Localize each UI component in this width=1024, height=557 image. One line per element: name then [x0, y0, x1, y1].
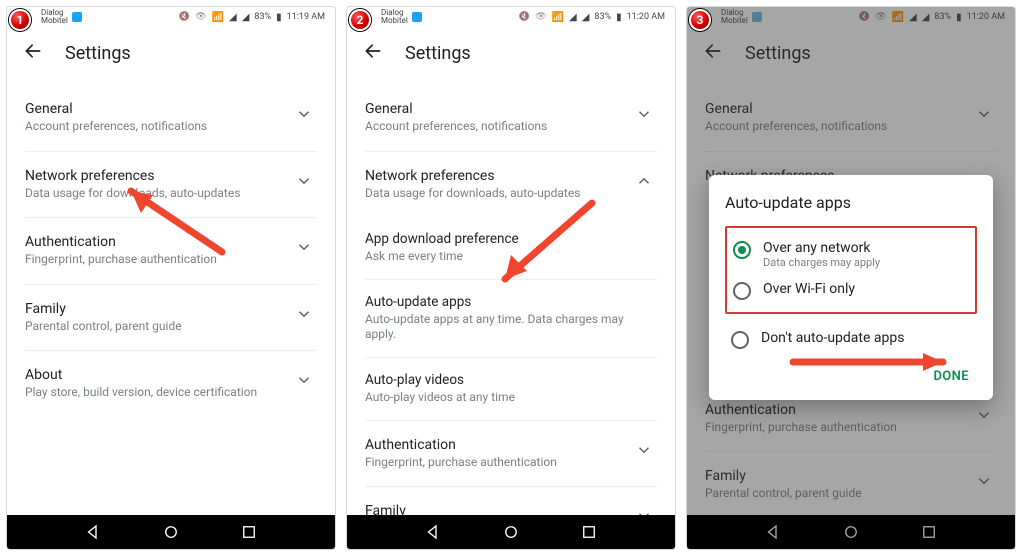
battery-percent: 83% — [254, 12, 271, 22]
radio-icon — [731, 331, 749, 349]
app-header: Settings — [7, 27, 335, 75]
status-bar: Dialog Mobitel 83% 11:19 AM — [7, 7, 335, 27]
radio-option-any-network[interactable]: Over any network Data charges may apply — [731, 234, 971, 275]
radio-label: Over any network — [763, 240, 880, 256]
signal-icon-2 — [242, 12, 250, 23]
item-subtitle: Fingerprint, purchase authentication — [25, 252, 287, 268]
chevron-down-icon — [295, 238, 313, 256]
item-title: Authentication — [25, 234, 287, 250]
item-title: Auto-play videos — [365, 372, 653, 388]
back-arrow-icon[interactable] — [23, 41, 43, 65]
page-title: Settings — [65, 43, 131, 64]
back-arrow-icon[interactable] — [363, 41, 383, 65]
settings-item-network-preferences[interactable]: Network preferences Data usage for downl… — [365, 152, 657, 218]
clock: 11:19 AM — [287, 12, 325, 22]
auto-update-dialog: Auto-update apps Over any network Data c… — [709, 175, 993, 400]
settings-list: General Account preferences, notificatio… — [7, 75, 335, 417]
nav-back-icon[interactable] — [424, 523, 442, 541]
item-title: Family — [25, 301, 287, 317]
radio-option-wifi-only[interactable]: Over Wi-Fi only — [731, 275, 971, 306]
radio-sublabel: Data charges may apply — [763, 256, 880, 269]
mute-icon — [179, 12, 190, 22]
settings-item-network-preferences[interactable]: Network preferences Data usage for downl… — [25, 152, 317, 219]
status-bar: Dialog Mobitel 83% 11:20 AM — [347, 7, 675, 27]
page-title: Settings — [405, 43, 471, 64]
dialog-title: Auto-update apps — [725, 193, 977, 212]
subitem-app-download-preference[interactable]: App download preference Ask me every tim… — [365, 217, 657, 280]
subitem-auto-update-apps[interactable]: Auto-update apps Auto-update apps at any… — [365, 280, 657, 358]
step-badge: 2 — [349, 9, 371, 31]
clock: 11:20 AM — [627, 12, 665, 22]
item-subtitle: Parental control, parent guide — [25, 319, 287, 335]
item-subtitle: Data usage for downloads, auto-updates — [25, 186, 287, 202]
item-title: Auto-update apps — [365, 294, 653, 310]
eye-comfort-icon — [535, 12, 546, 22]
nav-home-icon[interactable] — [162, 523, 180, 541]
item-title: About — [25, 367, 287, 383]
radio-option-dont-update[interactable]: Don't auto-update apps — [725, 320, 977, 353]
settings-item-general[interactable]: General Account preferences, notificatio… — [25, 85, 317, 152]
item-title: General — [365, 101, 627, 117]
screenshot-step-3: 3 Dialog Mobitel 83% 11:20 AM Settings — [686, 6, 1016, 550]
nav-back-icon[interactable] — [84, 523, 102, 541]
screenshot-step-2: 2 Dialog Mobitel 83% 11:20 AM Settings — [346, 6, 676, 550]
radio-icon — [733, 282, 751, 300]
chevron-down-icon — [635, 441, 653, 459]
screenshot-step-1: 1 Dialog Mobitel 83% 11:19 AM Settings — [6, 6, 336, 550]
wifi-icon — [552, 12, 564, 23]
nav-recent-icon[interactable] — [240, 523, 258, 541]
subitem-auto-play-videos[interactable]: Auto-play videos Auto-play videos at any… — [365, 358, 657, 421]
battery-icon — [616, 12, 622, 23]
radio-label: Over Wi-Fi only — [763, 281, 855, 297]
wifi-icon — [212, 12, 224, 23]
signal-icon — [569, 12, 577, 23]
sim-icon — [72, 12, 82, 22]
eye-comfort-icon — [195, 12, 206, 22]
sim-icon — [412, 12, 422, 22]
chevron-up-icon — [635, 172, 653, 190]
step-badge: 1 — [9, 9, 31, 31]
item-subtitle: Account preferences, notifications — [25, 119, 287, 135]
step-badge: 3 — [689, 9, 711, 31]
item-title: Network preferences — [25, 168, 287, 184]
mute-icon — [519, 12, 530, 22]
settings-list: General Account preferences, notificatio… — [347, 75, 675, 541]
item-title: Network preferences — [365, 168, 627, 184]
chevron-down-icon — [635, 105, 653, 123]
battery-icon — [276, 12, 282, 23]
item-subtitle: Play store, build version, device certif… — [25, 385, 287, 401]
signal-icon-2 — [582, 12, 590, 23]
carrier-label: Dialog Mobitel — [41, 9, 68, 25]
item-subtitle: Fingerprint, purchase authentication — [365, 455, 627, 471]
item-subtitle: Auto-play videos at any time — [365, 390, 653, 406]
android-navbar — [7, 515, 335, 549]
chevron-down-icon — [295, 172, 313, 190]
item-subtitle: Account preferences, notifications — [365, 119, 627, 135]
radio-icon — [733, 241, 751, 259]
settings-item-family[interactable]: Family Parental control, parent guide — [25, 285, 317, 352]
chevron-down-icon — [295, 105, 313, 123]
battery-percent: 83% — [594, 12, 611, 22]
android-navbar — [347, 515, 675, 549]
item-subtitle: Ask me every time — [365, 249, 653, 265]
item-title: Authentication — [365, 437, 627, 453]
radio-label: Don't auto-update apps — [761, 330, 904, 346]
item-subtitle: Auto-update apps at any time. Data charg… — [365, 312, 653, 343]
app-header: Settings — [347, 27, 675, 75]
done-button[interactable]: DONE — [925, 363, 977, 390]
item-title: General — [25, 101, 287, 117]
signal-icon — [229, 12, 237, 23]
settings-item-authentication[interactable]: Authentication Fingerprint, purchase aut… — [365, 421, 657, 488]
chevron-down-icon — [295, 305, 313, 323]
item-subtitle: Data usage for downloads, auto-updates — [365, 186, 627, 202]
settings-item-authentication[interactable]: Authentication Fingerprint, purchase aut… — [25, 218, 317, 285]
item-title: App download preference — [365, 231, 653, 247]
chevron-down-icon — [295, 371, 313, 389]
settings-item-about[interactable]: About Play store, build version, device … — [25, 351, 317, 417]
settings-item-general[interactable]: General Account preferences, notificatio… — [365, 85, 657, 152]
highlighted-option-group: Over any network Data charges may apply … — [725, 226, 977, 314]
nav-recent-icon[interactable] — [580, 523, 598, 541]
nav-home-icon[interactable] — [502, 523, 520, 541]
carrier-label: Dialog Mobitel — [381, 9, 408, 25]
